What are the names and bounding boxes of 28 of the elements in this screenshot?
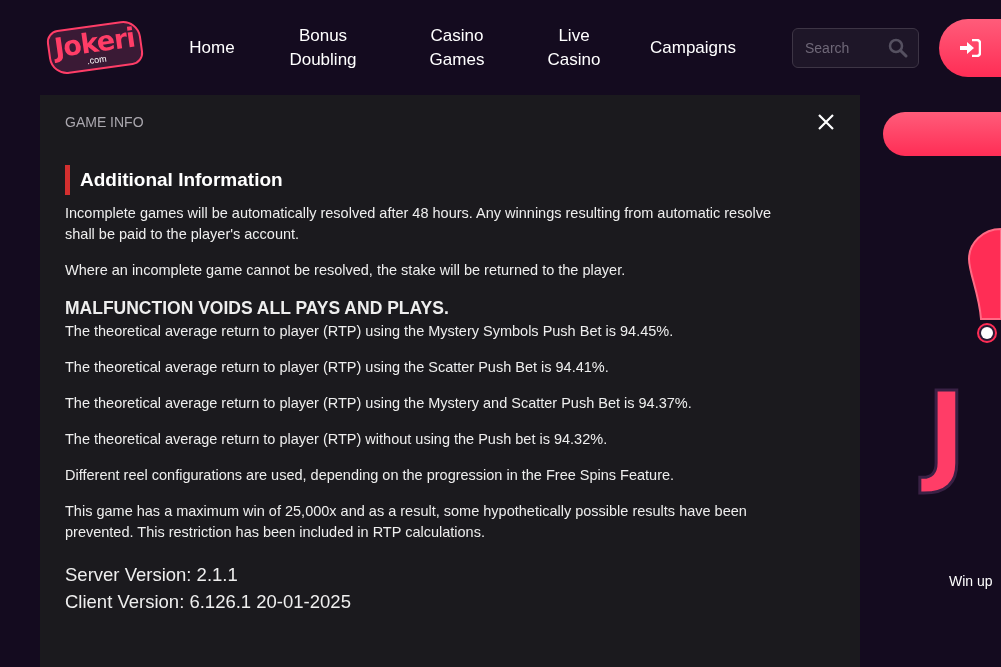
info-paragraph: This game has a maximum win of 25,000x and as a result, some hypothetically possible results have been prevented. This restriction has been included in RTP calculations.	[65, 502, 748, 542]
section-heading: Additional Information	[80, 169, 283, 191]
search-field[interactable]: Search	[792, 27, 919, 68]
site-logo[interactable]: Jokeri .com	[45, 18, 145, 77]
nav-link[interactable]: Campaigns	[628, 35, 758, 60]
info-paragraph: The theoretical average return to player (RTP) using the Scatter Push Bet is 94.41%.	[65, 358, 610, 377]
close-icon	[817, 113, 835, 131]
nav-link[interactable]: Live Casino	[524, 23, 624, 72]
notice-heading: MALFUNCTION VOIDS ALL PAYS AND PLAYS.	[65, 297, 450, 319]
search-input[interactable]: Search	[803, 38, 888, 57]
login-icon	[958, 38, 981, 57]
version-text: Server Version: 2.1.1	[65, 563, 239, 587]
panel-title: GAME INFO	[65, 114, 144, 130]
promo-button[interactable]	[883, 112, 1001, 156]
promo-caption: Win up	[949, 573, 993, 589]
info-paragraph: Different reel configurations are used, depending on the progression in the Free Spins Feature.	[65, 466, 676, 485]
nav-link[interactable]: Bonus Doubling	[256, 23, 390, 72]
info-paragraph: Where an incomplete game cannot be resolved, the stake will be returned to the player.	[65, 261, 627, 280]
login-button[interactable]	[938, 18, 1001, 77]
version-text: Client Version: 6.126.1 20-01-2025	[65, 590, 352, 614]
section-marker	[65, 165, 70, 195]
info-paragraph: The theoretical average return to player (RTP) using the Mystery Symbols Push Bet is 94.45%.	[65, 322, 675, 341]
info-paragraph: Incomplete games will be automatically resolved after 48 hours. Any winnings resulting from automatic resolve shall be paid to the player's account.	[65, 204, 772, 244]
nav-link[interactable]: Casino Games	[390, 23, 524, 72]
info-paragraph: The theoretical average return to player (RTP) without using the Push bet is 94.32%.	[65, 430, 609, 449]
info-paragraph: The theoretical average return to player (RTP) using the Mystery and Scatter Push Bet is 94.37%.	[65, 394, 693, 413]
close-button[interactable]	[817, 113, 835, 131]
nav-link[interactable]: Home	[168, 35, 256, 60]
